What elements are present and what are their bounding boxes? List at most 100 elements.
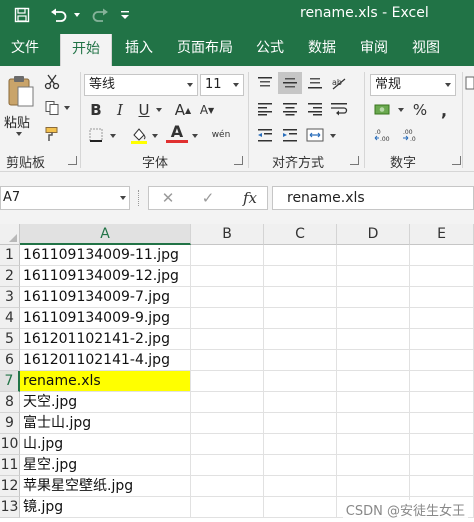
column-header-e[interactable]: E [410, 224, 474, 245]
font-launcher-icon[interactable] [234, 156, 243, 165]
cell-b[interactable] [191, 413, 264, 434]
border-icon[interactable] [86, 124, 106, 146]
cell-e[interactable] [410, 308, 474, 329]
italic-button[interactable]: I [110, 99, 130, 121]
cell-e[interactable] [410, 287, 474, 308]
chevron-down-icon[interactable] [120, 196, 126, 200]
cell-a[interactable]: 山.jpg [20, 434, 191, 455]
grow-font-button[interactable]: A ▲ [172, 99, 194, 121]
cell-a-selected[interactable]: rename.xls [20, 371, 191, 392]
align-top-icon[interactable] [254, 72, 276, 94]
cell-b[interactable] [191, 497, 264, 518]
row-header[interactable]: 9 [0, 413, 20, 434]
cell-e[interactable] [410, 350, 474, 371]
row-header[interactable]: 4 [0, 308, 20, 329]
tab-page-layout[interactable]: 页面布局 [168, 30, 242, 66]
merge-dropdown-icon[interactable] [328, 132, 338, 140]
bold-button[interactable]: B [86, 99, 106, 121]
copy-dropdown-icon[interactable] [62, 104, 72, 112]
undo-icon[interactable] [46, 4, 72, 26]
copy-icon[interactable] [42, 98, 62, 118]
tab-insert[interactable]: 插入 [114, 30, 164, 66]
cell-d[interactable] [337, 392, 410, 413]
underline-dropdown-icon[interactable] [154, 106, 164, 114]
cell-d[interactable] [337, 245, 410, 266]
column-header-c[interactable]: C [264, 224, 337, 245]
cut-icon[interactable] [42, 72, 62, 92]
paste-dropdown-icon[interactable] [14, 130, 24, 138]
cell-c[interactable] [264, 434, 337, 455]
tab-view[interactable]: 视图 [404, 30, 448, 66]
cell-e[interactable] [410, 455, 474, 476]
decrease-indent-icon[interactable] [254, 124, 276, 146]
cell-c[interactable] [264, 392, 337, 413]
select-all-corner[interactable] [0, 224, 20, 245]
clipboard-launcher-icon[interactable] [68, 156, 77, 165]
name-box[interactable]: A7 [0, 186, 130, 210]
row-header[interactable]: 8 [0, 392, 20, 413]
format-painter-icon[interactable] [42, 124, 62, 144]
phonetic-button[interactable]: wén [206, 124, 236, 146]
align-left-icon[interactable] [254, 98, 276, 120]
merge-center-icon[interactable] [304, 124, 326, 146]
cell-a[interactable]: 苹果星空壁纸.jpg [20, 476, 191, 497]
cell-d[interactable] [337, 266, 410, 287]
align-right-icon[interactable] [304, 98, 326, 120]
font-color-button[interactable]: A [166, 122, 188, 141]
shrink-font-button[interactable]: A ▼ [196, 99, 218, 121]
number-format-select[interactable]: 常规 [370, 74, 456, 96]
cell-a[interactable]: 161201102141-2.jpg [20, 329, 191, 350]
cell-e[interactable] [410, 476, 474, 497]
cell-b[interactable] [191, 287, 264, 308]
row-header[interactable]: 11 [0, 455, 20, 476]
cell-b[interactable] [191, 455, 264, 476]
align-middle-icon[interactable] [278, 72, 302, 94]
cell-c[interactable] [264, 350, 337, 371]
cell-c[interactable] [264, 371, 337, 392]
cell-e[interactable] [410, 392, 474, 413]
cell-b[interactable] [191, 371, 264, 392]
cell-d[interactable] [337, 308, 410, 329]
cell-d[interactable] [337, 413, 410, 434]
cell-e[interactable] [410, 434, 474, 455]
undo-dropdown-icon[interactable] [72, 4, 82, 26]
cell-e[interactable] [410, 413, 474, 434]
cell-d[interactable] [337, 371, 410, 392]
comma-button[interactable]: , [434, 99, 454, 121]
font-name-select[interactable]: 等线 [84, 74, 198, 96]
cell-c[interactable] [264, 476, 337, 497]
row-header[interactable]: 10 [0, 434, 20, 455]
increase-indent-icon[interactable] [278, 124, 302, 146]
cell-c[interactable] [264, 497, 337, 518]
align-bottom-icon[interactable] [304, 72, 326, 94]
cell-d[interactable] [337, 287, 410, 308]
chevron-down-icon[interactable] [183, 75, 197, 95]
accounting-format-icon[interactable] [372, 99, 394, 121]
row-header[interactable]: 12 [0, 476, 20, 497]
cell-a[interactable]: 天空.jpg [20, 392, 191, 413]
cell-c[interactable] [264, 455, 337, 476]
cell-e[interactable] [410, 245, 474, 266]
row-header[interactable]: 6 [0, 350, 20, 371]
increase-decimal-icon[interactable]: .0.00 [372, 124, 396, 146]
cell-c[interactable] [264, 266, 337, 287]
formula-input[interactable]: rename.xls [272, 186, 474, 210]
accounting-dropdown-icon[interactable] [396, 106, 406, 114]
cell-b[interactable] [191, 308, 264, 329]
fill-color-icon[interactable] [128, 124, 150, 146]
cell-a[interactable]: 富士山.jpg [20, 413, 191, 434]
font-color-dropdown-icon[interactable] [190, 132, 200, 140]
cell-b[interactable] [191, 266, 264, 287]
chevron-down-icon[interactable] [229, 75, 243, 95]
cell-d[interactable] [337, 434, 410, 455]
cell-d[interactable] [337, 476, 410, 497]
row-header[interactable]: 3 [0, 287, 20, 308]
paste-icon[interactable] [4, 72, 38, 110]
cell-a[interactable]: 161109134009-7.jpg [20, 287, 191, 308]
cell-a[interactable]: 镜.jpg [20, 497, 191, 518]
cell-c[interactable] [264, 329, 337, 350]
cell-b[interactable] [191, 392, 264, 413]
wrap-text-icon[interactable] [328, 98, 350, 120]
text-orientation-icon[interactable]: ab [328, 72, 350, 94]
paste-label[interactable]: 粘贴 [4, 112, 30, 131]
